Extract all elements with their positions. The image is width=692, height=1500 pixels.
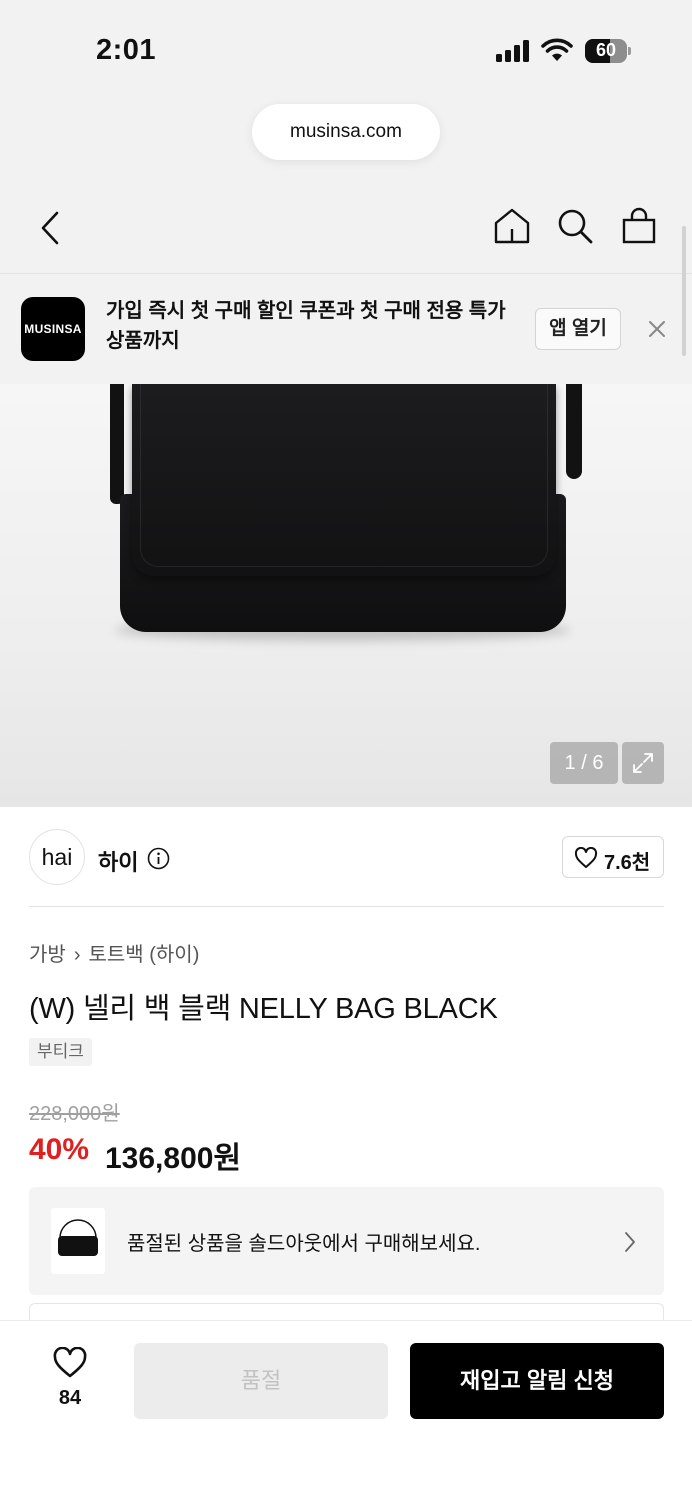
sale-price: 136,800원 [105,1142,242,1175]
banner-message: 가입 즉시 첫 구매 할인 쿠폰과 첫 구매 전용 특가 상품까지 [106,300,506,352]
back-icon[interactable] [38,210,62,246]
image-counter: 1 / 6 [550,742,618,784]
soldout-thumbnail [51,1208,105,1274]
status-time: 2:01 [96,34,157,66]
status-bar: 2:01 60 [0,0,692,100]
discount-rate: 40% [29,1133,90,1166]
app-install-banner: MUSINSA 가입 즉시 첫 구매 할인 쿠폰과 첫 구매 전용 특가 상품까… [0,274,692,384]
top-navigation [0,180,692,274]
soldout-button: 품절 [134,1343,388,1419]
heart-icon [574,847,598,868]
scrollbar[interactable] [682,226,686,356]
product-title: (W) 넬리 백 블랙 NELLY BAG BLACK [29,993,498,1025]
home-icon[interactable] [493,207,531,245]
restock-notify-button[interactable]: 재입고 알림 신청 [410,1343,664,1419]
chevron-right-icon: › [73,944,81,966]
musinsa-logo: MUSINSA [21,297,85,361]
product-tag: 부티크 [29,1038,92,1066]
expand-button[interactable] [622,742,664,784]
breadcrumb-category[interactable]: 가방 [29,944,66,966]
soldout-link-card[interactable]: 품절된 상품을 솔드아웃에서 구매해보세요. [29,1187,664,1295]
original-price: 228,000원 [29,1103,120,1125]
brand-like-count: 7.6천 [604,852,651,874]
divider [29,906,664,907]
bottom-purchase-bar: 84 품절 재입고 알림 신청 [0,1320,692,1500]
battery-icon: 60 [585,39,631,63]
brand-like-button[interactable]: 7.6천 [562,836,664,878]
wishlist-count: 84 [58,1387,82,1409]
breadcrumb: 가방 › 토트백 (하이) [29,938,199,967]
battery-percent: 60 [595,40,617,60]
expand-icon [633,753,653,773]
search-icon[interactable] [556,207,594,245]
cellular-signal-icon [496,40,529,62]
url-bar[interactable]: musinsa.com [252,104,440,160]
heart-icon [53,1347,87,1378]
chevron-right-icon [625,1232,635,1252]
breadcrumb-subcategory[interactable]: 토트백 (하이) [88,944,199,966]
soldout-card-text: 품절된 상품을 솔드아웃에서 구매해보세요. [127,1233,481,1255]
close-icon[interactable] [646,318,668,340]
browser-url-area: musinsa.com [0,100,692,180]
wishlist-button[interactable]: 84 [50,1347,90,1427]
shopping-bag-icon[interactable] [621,207,657,245]
open-app-button[interactable]: 앱 열기 [535,308,621,350]
brand-row: hai 하이 7.6천 [0,807,692,907]
wifi-icon [541,38,573,61]
info-icon[interactable] [147,847,170,870]
product-image-gallery[interactable]: 1 / 6 [0,384,692,807]
brand-logo[interactable]: hai [29,829,85,885]
brand-name[interactable]: 하이 [98,845,138,877]
